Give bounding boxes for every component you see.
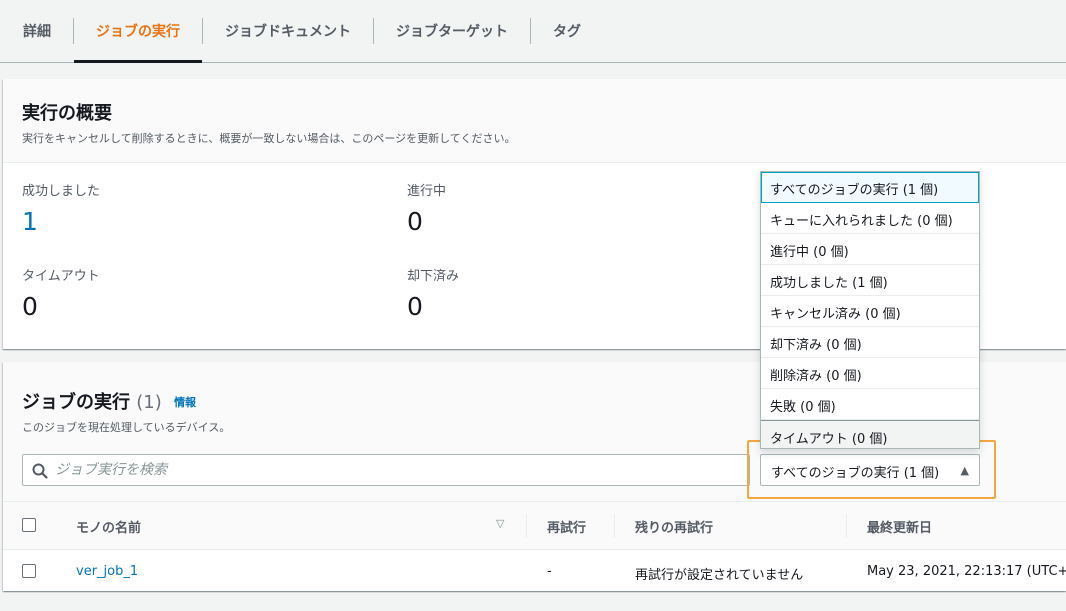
dropdown-option-succeeded[interactable]: 成功しました (1 個) (761, 265, 979, 296)
dropdown-option-failed[interactable]: 失敗 (0 個) (761, 389, 979, 420)
tab-bar: 詳細 ジョブの実行 ジョブドキュメント ジョブターゲット タグ (0, 0, 1066, 63)
stat-timed-out-value: 0 (22, 292, 38, 321)
dropdown-option-rejected[interactable]: 却下済み (0 個) (761, 327, 979, 358)
tab-job-targets[interactable]: ジョブターゲット (374, 0, 530, 62)
tab-job-executions[interactable]: ジョブの実行 (74, 0, 202, 63)
dropdown-option-timed-out[interactable]: タイムアウト (0 個) (761, 420, 979, 448)
thing-name-link[interactable]: ver_job_1 (76, 564, 138, 579)
tab-job-document[interactable]: ジョブドキュメント (203, 0, 373, 62)
info-link[interactable]: 情報 (174, 396, 196, 409)
stat-rejected-label: 却下済み (407, 269, 460, 284)
tab-tags[interactable]: タグ (531, 0, 603, 62)
stat-timed-out-label: タイムアウト (22, 269, 100, 284)
search-input[interactable] (55, 455, 745, 485)
column-divider (614, 514, 615, 538)
job-executions-title-text: ジョブの実行 (22, 392, 130, 413)
dropdown-option-removed[interactable]: 削除済み (0 個) (761, 358, 979, 389)
summary-title: 実行の概要 (22, 103, 112, 124)
column-header-retries[interactable]: 再試行 (547, 517, 586, 536)
remaining-retries-cell: 再試行が設定されていません (635, 568, 804, 583)
row-checkbox[interactable] (22, 564, 36, 578)
retries-cell: - (547, 564, 552, 579)
stat-rejected-value: 0 (407, 292, 423, 321)
dropdown-option-in-progress[interactable]: 進行中 (0 個) (761, 234, 979, 265)
column-header-name[interactable]: モノの名前 (76, 517, 141, 536)
stat-succeeded-label: 成功しました (22, 184, 101, 199)
tab-details[interactable]: 詳細 (0, 0, 73, 62)
column-divider (846, 514, 847, 538)
stat-succeeded-value[interactable]: 1 (22, 207, 38, 236)
job-executions-count: (1) (136, 392, 162, 413)
search-icon (32, 463, 48, 479)
dropdown-option-queued[interactable]: キューに入れられました (0 個) (761, 203, 979, 234)
status-filter-dropdown: すべてのジョブの実行 (1 個) キューに入れられました (0 個) 進行中 (… (760, 171, 980, 449)
table-header: モノの名前 ▽ 再試行 残りの再試行 最終更新日 (3, 502, 1066, 550)
dropdown-option-canceled[interactable]: キャンセル済み (0 個) (761, 296, 979, 327)
last-updated-cell: May 23, 2021, 22:13:17 (UTC+0 (867, 564, 1066, 579)
summary-header: 実行の概要 実行をキャンセルして削除するときに、概要が一致しない場合は、このペー… (3, 79, 1066, 163)
column-header-last-updated[interactable]: 最終更新日 (867, 517, 932, 536)
column-divider (526, 514, 527, 538)
select-all-checkbox[interactable] (22, 518, 36, 532)
stat-in-progress-value: 0 (407, 207, 423, 236)
summary-description: 実行をキャンセルして削除するときに、概要が一致しない場合は、このページを更新して… (22, 132, 516, 145)
dropdown-option-all[interactable]: すべてのジョブの実行 (1 個) (761, 172, 979, 203)
sort-down-icon[interactable]: ▽ (496, 517, 504, 530)
column-header-remaining-retries[interactable]: 残りの再試行 (635, 517, 713, 536)
stat-in-progress-label: 進行中 (407, 184, 447, 199)
search-box (22, 454, 750, 486)
